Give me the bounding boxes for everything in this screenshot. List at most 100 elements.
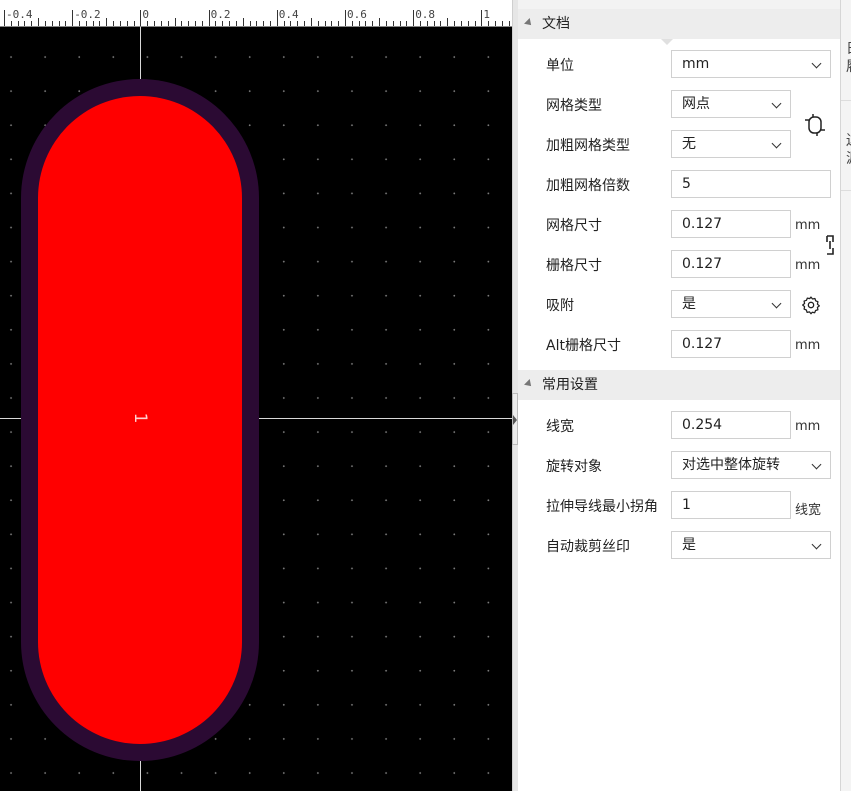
ruler-tick <box>331 21 333 26</box>
ruler-tick <box>235 21 237 26</box>
ruler-tick <box>147 21 149 26</box>
ruler-tick <box>379 18 381 26</box>
link-icon[interactable] <box>823 234 837 256</box>
snap-select[interactable]: 是 <box>671 290 791 318</box>
section-title: 文档 <box>542 16 570 32</box>
field-label: 旋转对象 <box>546 459 602 475</box>
grid-type-select[interactable]: 网点 <box>671 90 791 118</box>
ruler-tick <box>460 21 462 26</box>
ruler-tick <box>201 21 203 26</box>
ruler-tick <box>256 21 258 26</box>
chevron-down-icon <box>811 58 822 69</box>
field-label: Alt栅格尺寸 <box>546 338 621 354</box>
side-tab-text[interactable]: 源 <box>846 148 851 168</box>
ruler-tick <box>269 21 271 26</box>
pad-number: 1 <box>130 412 150 424</box>
ruler-tick <box>4 10 5 26</box>
ruler-tick <box>399 21 401 26</box>
ruler-tick <box>126 21 128 26</box>
ruler-tick <box>365 21 367 26</box>
collapse-caret-icon <box>524 18 534 28</box>
chevron-down-icon <box>771 138 782 149</box>
row-line-width: 线宽 0.254 mm <box>518 406 840 446</box>
side-tab-text[interactable]: 边 <box>846 130 851 150</box>
unit-label: mm <box>795 419 821 434</box>
field-label: 线宽 <box>546 419 574 435</box>
side-tab-text[interactable]: 日 <box>846 38 851 58</box>
ruler-tick <box>160 21 162 26</box>
unit-select[interactable]: mm <box>671 50 831 78</box>
field-label: 加粗网格倍数 <box>546 178 630 194</box>
ruler-tick <box>467 21 469 26</box>
ruler-tick <box>433 21 435 26</box>
row-auto-clip-silk: 自动裁剪丝印 是 <box>518 526 840 566</box>
ruler-tick <box>488 21 490 26</box>
ruler-tick <box>113 21 115 26</box>
ruler-tick <box>215 21 217 26</box>
ruler-tick <box>358 21 360 26</box>
ruler-tick <box>304 21 306 26</box>
ruler-label: 0.8 <box>415 8 436 21</box>
ruler-tick <box>85 21 87 26</box>
ruler-tick <box>79 21 81 26</box>
ruler-tick <box>10 21 12 26</box>
ruler-tick <box>297 21 299 26</box>
gear-icon[interactable] <box>801 295 821 315</box>
row-bold-grid-type: 加粗网格类型 无 <box>518 125 840 165</box>
section-document-header[interactable]: 文档 <box>518 9 840 39</box>
bold-grid-multiple-input[interactable]: 5 <box>671 170 831 198</box>
ruler-label: -0.2 <box>74 8 101 21</box>
chevron-down-icon <box>811 459 822 470</box>
min-corner-input[interactable]: 1 <box>671 491 791 519</box>
field-label: 加粗网格类型 <box>546 138 630 154</box>
ruler-tick <box>133 21 135 26</box>
ruler-tick <box>501 21 503 26</box>
ruler-tick <box>345 10 346 26</box>
line-width-input[interactable]: 0.254 <box>671 411 791 439</box>
ruler-tick <box>174 18 176 26</box>
section-common-header[interactable]: 常用设置 <box>518 370 840 400</box>
chevron-right-icon <box>513 415 517 425</box>
alt-snap-size-input[interactable]: 0.127 <box>671 330 791 358</box>
ruler-tick <box>167 21 169 26</box>
ruler-tick <box>154 21 156 26</box>
field-label: 网格类型 <box>546 98 602 114</box>
snap-size-input[interactable]: 0.127 <box>671 250 791 278</box>
ruler-tick <box>263 21 265 26</box>
field-label: 栅格尺寸 <box>546 258 602 274</box>
row-alt-snap-size: Alt栅格尺寸 0.127 mm <box>518 325 840 365</box>
ruler-tick <box>454 21 456 26</box>
ruler-tick <box>317 21 319 26</box>
rotate-object-select[interactable]: 对选中整体旋转 <box>671 451 831 479</box>
ruler-tick <box>188 21 190 26</box>
ruler-label: 0 <box>142 8 150 21</box>
ruler-tick <box>92 21 94 26</box>
ruler-tick <box>24 21 26 26</box>
bold-grid-type-select[interactable]: 无 <box>671 130 791 158</box>
ruler-label: 0.4 <box>278 8 299 21</box>
field-label: 单位 <box>546 58 574 74</box>
ruler-label: -0.4 <box>6 8 33 21</box>
auto-clip-silk-select[interactable]: 是 <box>671 531 831 559</box>
ruler-tick <box>222 21 224 26</box>
horizontal-ruler[interactable]: -0.4 -0.2 0 0.2 0.4 0.6 0.8 1 <box>0 0 512 27</box>
unit-label: mm <box>795 338 821 353</box>
ruler-tick <box>406 21 408 26</box>
ruler-tick <box>51 21 53 26</box>
ruler-tick <box>392 21 394 26</box>
field-label: 吸附 <box>546 298 574 314</box>
ruler-tick <box>65 21 67 26</box>
side-tab-text[interactable]: 履 <box>846 56 851 76</box>
grid-size-input[interactable]: 0.127 <box>671 210 791 238</box>
row-grid-type: 网格类型 网点 <box>518 85 840 125</box>
row-unit: 单位 mm <box>518 45 840 85</box>
ruler-tick <box>208 10 210 26</box>
pcb-canvas[interactable]: 1 -0.4 -0.2 0 0.2 0.4 0.6 0.8 1 <box>0 0 512 791</box>
ruler-tick <box>140 10 142 26</box>
ruler-tick <box>229 21 231 26</box>
right-side-tabs[interactable]: 日 履 边 源 <box>840 0 851 791</box>
field-label: 网格尺寸 <box>546 218 602 234</box>
ruler-tick <box>495 21 497 26</box>
ruler-label: 0.6 <box>347 8 367 21</box>
ruler-tick <box>44 21 46 26</box>
